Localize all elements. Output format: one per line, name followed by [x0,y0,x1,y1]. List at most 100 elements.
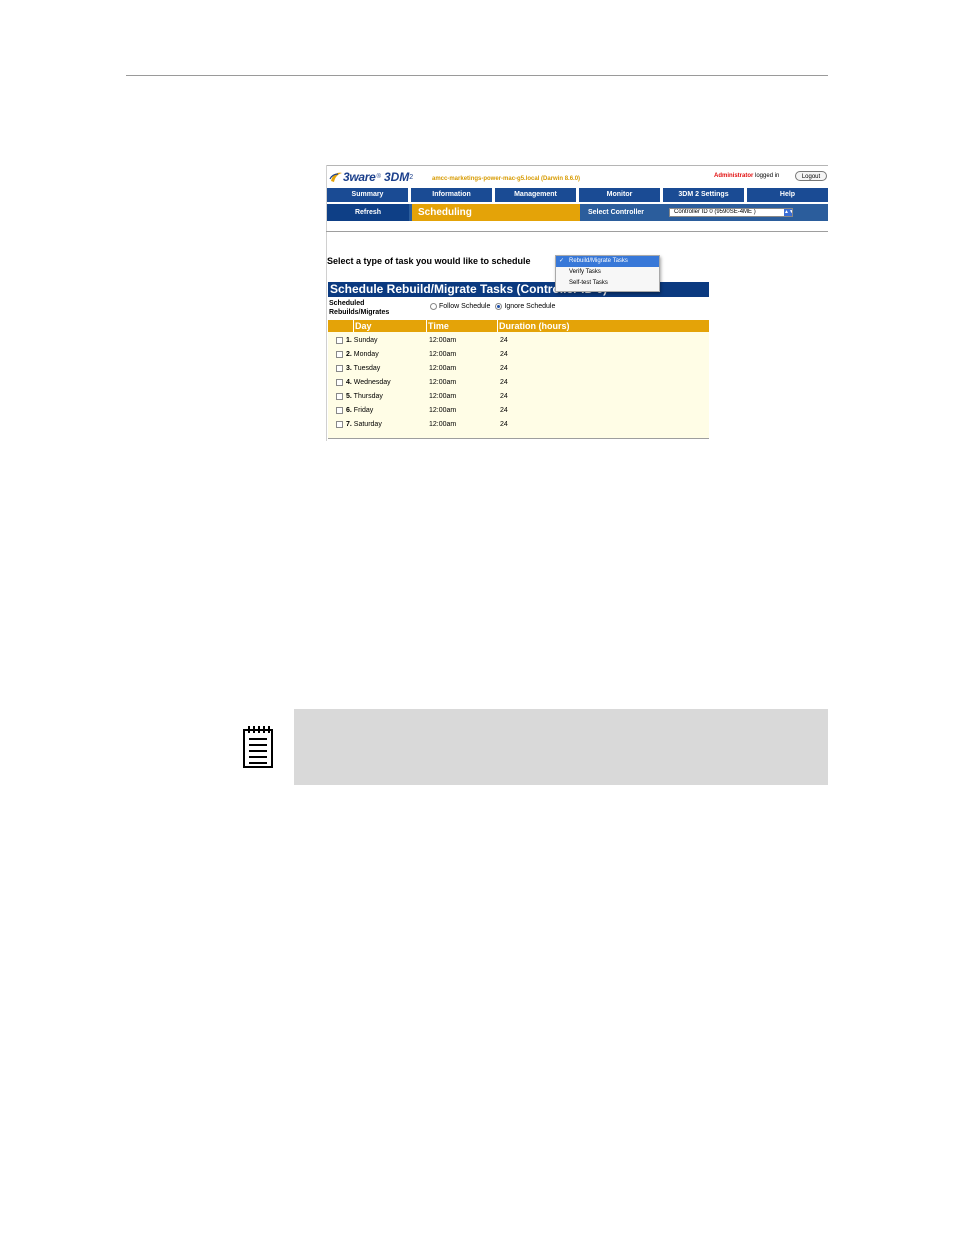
notepad-icon [243,726,273,768]
table-row: 2. Monday 12:00am 24 [328,348,709,362]
tab-3dm-settings[interactable]: 3DM 2 Settings [663,188,744,202]
radio-follow-schedule[interactable]: Follow Schedule [430,303,490,310]
row-number: 5. [346,393,352,400]
radio-button-selected[interactable] [495,303,503,310]
header-divider [497,320,498,332]
row-checkbox[interactable] [336,337,343,344]
schedule-table: Day Time Duration (hours) 1. Sunday 12:0… [328,320,709,438]
row-day: 2. Monday [346,351,379,358]
app-logo: 3ware ® 3DM 2 [329,168,413,186]
row-day-name: Saturday [353,421,382,428]
task-type-dropdown[interactable]: ✓ Rebuild/Migrate Tasks Verify Tasks Sel… [555,255,660,292]
row-time: 12:00am [429,365,457,372]
table-row: 5. Thursday 12:00am 24 [328,390,709,404]
table-header: Day Time Duration (hours) [328,320,709,332]
sub-nav: Refresh Scheduling Select Controller Con… [327,204,828,221]
row-day-name: Sunday [353,337,378,344]
dropdown-option-verify[interactable]: Verify Tasks [556,267,659,278]
dropdown-option-label: Verify Tasks [569,269,601,275]
row-day-name: Wednesday [353,379,391,386]
row-checkbox[interactable] [336,351,343,358]
row-checkbox[interactable] [336,407,343,414]
current-page-title: Scheduling [412,204,580,221]
row-time: 12:00am [429,379,457,386]
main-nav: Summary Information Management Monitor 3… [327,188,828,202]
row-time: 12:00am [429,351,457,358]
task-type-prompt: Select a type of task you would like to … [327,256,531,266]
tab-management[interactable]: Management [495,188,576,202]
radio-button[interactable] [430,303,437,310]
row-duration: 24 [500,337,508,344]
row-number: 6. [346,407,352,414]
column-header-time: Time [428,321,449,331]
row-day: 6. Friday [346,407,373,414]
note-box [294,709,828,785]
row-duration: 24 [500,351,508,358]
radio-follow-label: Follow Schedule [439,303,491,310]
row-day: 3. Tuesday [346,365,380,372]
dropdown-option-self-test[interactable]: Self-test Tasks [556,278,659,289]
user-status: Administrator logged in [714,173,779,179]
row-checkbox[interactable] [336,379,343,386]
row-day-name: Thursday [353,393,383,400]
row-number: 7. [346,421,352,428]
controller-select[interactable]: Controller ID 0 (9590SE-4ME ) ▲▼ [669,208,793,217]
row-duration: 24 [500,393,508,400]
row-time: 12:00am [429,407,457,414]
tab-help[interactable]: Help [747,188,828,202]
controller-select-value: Controller ID 0 (9590SE-4ME ) [674,209,756,215]
user-logged-in: logged in [755,173,780,179]
row-number: 4. [346,379,352,386]
scheduled-option-label: Scheduled Rebuilds/Migrates [329,299,389,317]
host-name: amcc-marketings-power-mac-g5.local (Darw… [432,176,581,182]
scheduled-option-label-line2: Rebuilds/Migrates [329,309,390,316]
column-header-day: Day [355,321,372,331]
row-number: 2. [346,351,352,358]
row-day: 7. Saturday [346,421,382,428]
row-duration: 24 [500,379,508,386]
row-duration: 24 [500,407,508,414]
row-checkbox[interactable] [336,393,343,400]
row-time: 12:00am [429,337,457,344]
header-divider [353,320,354,332]
app-screenshot: 3ware ® 3DM 2 amcc-marketings-power-mac-… [326,165,828,441]
row-time: 12:00am [429,393,457,400]
table-row: 6. Friday 12:00am 24 [328,404,709,418]
tab-information[interactable]: Information [411,188,492,202]
row-checkbox[interactable] [336,421,343,428]
row-number: 1. [346,337,352,344]
row-day: 4. Wednesday [346,379,391,386]
dropdown-option-label: Self-test Tasks [569,280,608,286]
tab-summary[interactable]: Summary [327,188,408,202]
row-day-name: Tuesday [353,365,381,372]
row-checkbox[interactable] [336,365,343,372]
row-day: 5. Thursday [346,393,383,400]
table-row: 7. Saturday 12:00am 24 [328,418,709,432]
header-divider [426,320,427,332]
3ware-swoosh-icon [329,172,342,182]
dropdown-option-label: Rebuild/Migrate Tasks [569,258,628,264]
page-top-rule [126,75,828,76]
screenshot-border [326,165,828,166]
dropdown-option-rebuild-migrate[interactable]: ✓ Rebuild/Migrate Tasks [556,256,659,267]
row-day: 1. Sunday [346,337,378,344]
table-row: 4. Wednesday 12:00am 24 [328,376,709,390]
logo-brand: 3ware [343,170,376,184]
logout-button[interactable]: Logout [795,171,827,181]
row-duration: 24 [500,421,508,428]
table-row: 3. Tuesday 12:00am 24 [328,362,709,376]
user-role: Administrator [714,173,754,179]
row-time: 12:00am [429,421,457,428]
row-number: 3. [346,365,352,372]
logo-version: 2 [409,173,414,181]
table-row: 1. Sunday 12:00am 24 [328,334,709,348]
radio-ignore-schedule[interactable]: Ignore Schedule [495,303,555,310]
tab-monitor[interactable]: Monitor [579,188,660,202]
logo-product: 3DM [383,170,410,184]
radio-ignore-label: Ignore Schedule [504,303,556,310]
column-header-duration: Duration (hours) [499,321,570,331]
scheduled-option-label-line1: Scheduled [329,300,365,307]
select-controller-label: Select Controller [588,209,645,216]
header-separator [326,231,828,232]
refresh-button[interactable]: Refresh [327,204,409,221]
